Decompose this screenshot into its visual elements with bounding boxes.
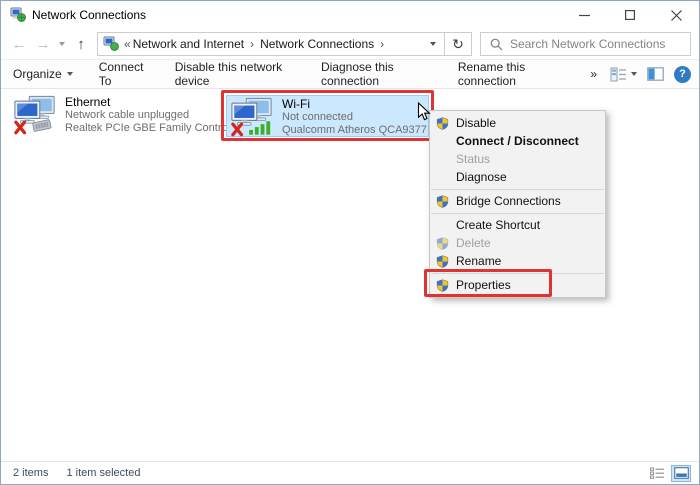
status-bar: 2 items 1 item selected — [1, 461, 699, 484]
uac-shield-icon — [436, 117, 449, 130]
recent-locations-dropdown[interactable] — [55, 42, 69, 46]
maximize-button[interactable] — [607, 1, 653, 29]
connection-device: Realtek PCIe GBE Family Controller — [65, 122, 242, 135]
window-title: Network Connections — [32, 8, 146, 22]
menu-item-diagnose[interactable]: Diagnose — [430, 168, 605, 186]
more-commands-chevron[interactable]: » — [577, 60, 610, 88]
items-count: 2 items — [13, 467, 48, 479]
connections-list: Ethernet Network cable unplugged Realtek… — [1, 89, 699, 461]
up-button[interactable]: ↑ — [69, 37, 93, 52]
address-dropdown[interactable] — [422, 33, 444, 55]
network-connections-window: Network Connections ← → ↑ « Network — [0, 0, 700, 485]
wifi-adapter-icon — [230, 97, 274, 137]
command-bar: Organize Connect To Disable this network… — [1, 60, 699, 89]
breadcrumb-separator[interactable]: › — [250, 37, 254, 51]
connection-item-wifi[interactable]: Wi-Fi Not connected Qualcomm Atheros QCA… — [226, 95, 429, 137]
menu-item-status: Status — [430, 150, 605, 168]
breadcrumb-network-and-internet[interactable]: Network and Internet — [133, 37, 244, 51]
mouse-cursor — [417, 102, 431, 122]
ethernet-adapter-icon — [13, 95, 57, 135]
menu-item-connect-disconnect[interactable]: Connect / Disconnect — [430, 132, 605, 150]
rename-connection-button[interactable]: Rename this connection — [445, 60, 577, 88]
large-icons-view-toggle[interactable] — [671, 465, 691, 482]
connection-item-ethernet[interactable]: Ethernet Network cable unplugged Realtek… — [9, 93, 217, 137]
change-view-icon — [610, 67, 627, 82]
title-bar: Network Connections — [1, 1, 699, 29]
menu-item-rename[interactable]: Rename — [430, 252, 605, 270]
chevron-down-icon — [67, 72, 73, 76]
connection-name: Ethernet — [65, 95, 242, 109]
breadcrumb-separator[interactable]: › — [380, 37, 384, 51]
details-view-toggle[interactable] — [647, 465, 667, 482]
refresh-button[interactable]: ↻ — [445, 32, 472, 56]
help-button[interactable]: ? — [674, 66, 691, 83]
uac-shield-icon — [436, 255, 449, 268]
chevron-down-icon — [631, 72, 637, 76]
organize-button[interactable]: Organize — [1, 60, 86, 88]
uac-shield-icon — [436, 279, 449, 292]
menu-item-create-shortcut[interactable]: Create Shortcut — [430, 216, 605, 234]
menu-item-bridge-connections[interactable]: Bridge Connections — [430, 192, 605, 210]
search-box[interactable]: Search Network Connections — [480, 32, 691, 56]
context-menu: Disable Connect / Disconnect Status Diag… — [429, 110, 606, 298]
connect-to-button[interactable]: Connect To — [86, 60, 162, 88]
network-connections-app-icon — [10, 7, 26, 23]
breadcrumb-overflow-chevrons[interactable]: « — [124, 37, 131, 51]
details-view-icon — [650, 467, 665, 479]
large-icons-view-icon — [674, 467, 689, 479]
address-location-icon — [103, 36, 119, 52]
breadcrumb-network-connections[interactable]: Network Connections — [260, 37, 374, 51]
menu-item-disable[interactable]: Disable — [430, 114, 605, 132]
diagnose-connection-button[interactable]: Diagnose this connection — [308, 60, 445, 88]
back-button[interactable]: ← — [7, 37, 31, 52]
change-view-button[interactable] — [610, 67, 637, 82]
menu-item-properties[interactable]: Properties — [430, 276, 605, 294]
navigation-bar: ← → ↑ « Network and Internet › Network C… — [1, 29, 699, 60]
menu-item-delete: Delete — [430, 234, 605, 252]
search-icon — [490, 38, 503, 51]
close-button[interactable] — [653, 1, 699, 29]
forward-button[interactable]: → — [31, 37, 55, 52]
preview-pane-icon[interactable] — [647, 67, 664, 81]
uac-shield-icon — [436, 195, 449, 208]
window-controls — [561, 1, 699, 29]
address-bar[interactable]: « Network and Internet › Network Connect… — [97, 32, 445, 56]
connection-status: Network cable unplugged — [65, 109, 242, 122]
disable-device-button[interactable]: Disable this network device — [162, 60, 308, 88]
selected-count: 1 item selected — [66, 467, 140, 479]
uac-shield-icon — [436, 237, 449, 250]
search-placeholder: Search Network Connections — [510, 37, 665, 51]
minimize-button[interactable] — [561, 1, 607, 29]
